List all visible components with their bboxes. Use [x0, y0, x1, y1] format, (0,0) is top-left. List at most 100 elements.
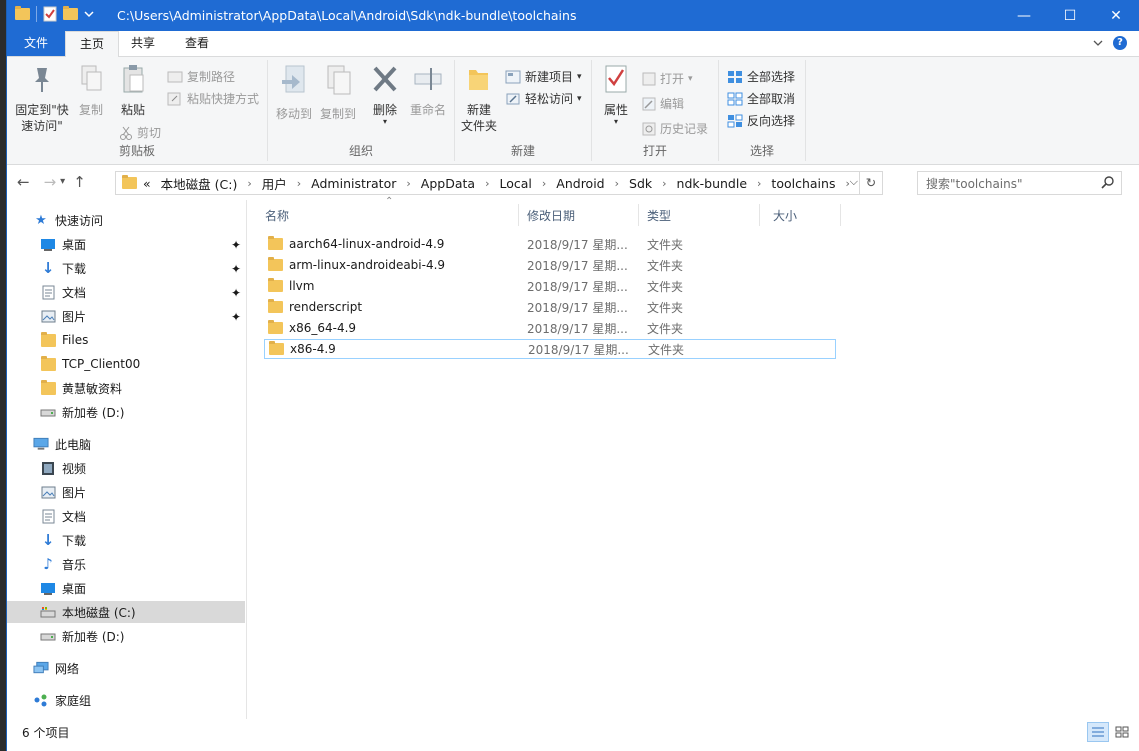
table-row[interactable]: llvm 2018/9/17 星期... 文件夹 [264, 276, 836, 296]
breadcrumb-chevron-icon[interactable]: › [615, 177, 619, 190]
nav-item-huang-files[interactable]: 黄慧敏资料 [7, 377, 245, 399]
new-folder-icon[interactable] [63, 6, 78, 20]
properties-button[interactable]: 属性 ▾ [598, 64, 634, 126]
breadcrumb-item[interactable]: Sdk [629, 176, 652, 191]
new-folder-button[interactable]: 新建 文件夹 [459, 64, 499, 134]
copy-button[interactable]: 复制 [73, 64, 109, 118]
nav-item-pictures-pc[interactable]: 图片 [7, 481, 245, 503]
open-button[interactable]: 打开 ▾ [642, 70, 693, 87]
table-row[interactable]: renderscript 2018/9/17 星期... 文件夹 [264, 297, 836, 317]
breadcrumb-item[interactable]: Android [556, 176, 604, 191]
breadcrumb-chevron-icon[interactable]: › [485, 177, 489, 190]
tab-home[interactable]: 主页 [65, 31, 119, 57]
pin-icon[interactable]: ✦ [231, 286, 241, 300]
help-icon[interactable]: ? [1113, 36, 1127, 50]
nav-item-drive-d-pc[interactable]: 新加卷 (D:) [7, 625, 245, 647]
refresh-icon[interactable]: ↻ [859, 172, 882, 194]
column-header-name[interactable]: 名称 ⌃ [247, 196, 519, 226]
nav-item-drive-c[interactable]: 本地磁盘 (C:) [7, 601, 245, 623]
column-label: 大小 [773, 208, 798, 223]
table-row[interactable]: arm-linux-androideabi-4.9 2018/9/17 星期..… [264, 255, 836, 275]
large-icons-view-button[interactable] [1111, 722, 1133, 742]
pin-icon[interactable]: ✦ [231, 310, 241, 324]
properties-dropdown-arrow[interactable]: ▾ [598, 118, 634, 126]
up-arrow-icon[interactable]: ↑ [73, 173, 86, 191]
paste-shortcut-button[interactable]: 粘贴快捷方式 [167, 90, 259, 107]
search-box[interactable]: 搜索"toolchains" [917, 171, 1122, 195]
details-view-button[interactable] [1087, 722, 1109, 742]
search-icon[interactable] [1101, 175, 1115, 189]
paste-button[interactable]: 粘贴 [113, 64, 153, 118]
breadcrumb-item[interactable]: Administrator [311, 176, 396, 191]
table-row-selected[interactable]: x86-4.9 2018/9/17 星期... 文件夹 [264, 339, 836, 359]
delete-dropdown-arrow[interactable]: ▾ [368, 118, 402, 126]
breadcrumb-chevron-icon[interactable]: › [542, 177, 546, 190]
breadcrumb-item[interactable]: Local [499, 176, 531, 191]
breadcrumb-chevron-icon[interactable]: › [757, 177, 761, 190]
select-all-button[interactable]: 全部选择 [727, 68, 795, 85]
breadcrumb-chevron-icon[interactable]: › [297, 177, 301, 190]
breadcrumb-item[interactable]: 本地磁盘 (C:) [161, 174, 238, 193]
desktop-icon [40, 580, 56, 596]
column-header-date[interactable]: 修改日期 [520, 204, 639, 226]
easy-access-button[interactable]: 轻松访问 ▾ [505, 90, 582, 107]
nav-item-downloads-pc[interactable]: ↓ 下载 [7, 529, 245, 551]
breadcrumb-overflow[interactable]: « [143, 176, 151, 191]
table-row[interactable]: x86_64-4.9 2018/9/17 星期... 文件夹 [264, 318, 836, 338]
breadcrumb-item[interactable]: toolchains [771, 176, 835, 191]
column-header-size[interactable]: 大小 [761, 204, 841, 226]
recent-locations-chevron-icon[interactable]: ▾ [60, 173, 65, 191]
chevron-down-icon[interactable] [1093, 38, 1103, 48]
nav-this-pc[interactable]: 此电脑 [7, 433, 245, 455]
nav-item-pictures[interactable]: 图片 ✦ [7, 305, 245, 327]
nav-quick-access[interactable]: ★ 快速访问 [7, 209, 245, 231]
breadcrumb-item[interactable]: 用户 [262, 174, 287, 193]
properties-check-icon[interactable] [43, 6, 57, 22]
breadcrumb-chevron-icon[interactable]: › [406, 177, 410, 190]
address-dropdown-chevron-icon[interactable]: ⌵ [850, 175, 858, 189]
nav-homegroup[interactable]: 家庭组 [7, 689, 245, 711]
tab-file[interactable]: 文件 [7, 31, 65, 56]
pin-icon[interactable]: ✦ [231, 238, 241, 252]
pin-quick-access-button[interactable]: 固定到"快 速访问" [13, 64, 71, 134]
back-arrow-icon[interactable]: ← [17, 173, 30, 191]
nav-item-desktop[interactable]: 桌面 ✦ [7, 233, 245, 255]
chevron-down-icon[interactable] [84, 9, 94, 19]
new-item-button[interactable]: 新建项目 ▾ [505, 68, 582, 85]
pin-icon[interactable]: ✦ [231, 262, 241, 276]
nav-item-files[interactable]: Files [7, 329, 245, 351]
copy-to-button[interactable]: 复制到 [318, 64, 358, 122]
breadcrumb-item[interactable]: AppData [421, 176, 475, 191]
invert-selection-button[interactable]: 反向选择 [727, 112, 795, 129]
nav-item-documents-pc[interactable]: 文档 [7, 505, 245, 527]
table-row[interactable]: aarch64-linux-android-4.9 2018/9/17 星期..… [264, 234, 836, 254]
select-none-button[interactable]: 全部取消 [727, 90, 795, 107]
rename-button[interactable]: 重命名 [408, 64, 448, 118]
minimize-button[interactable]: — [1001, 0, 1047, 31]
nav-item-desktop-pc[interactable]: 桌面 [7, 577, 245, 599]
history-button[interactable]: 历史记录 [642, 120, 708, 137]
breadcrumb-chevron-icon[interactable]: › [662, 177, 666, 190]
nav-item-downloads[interactable]: ↓ 下载 ✦ [7, 257, 245, 279]
forward-arrow-icon[interactable]: → [44, 173, 57, 191]
tab-view[interactable]: 查看 [175, 31, 219, 56]
maximize-button[interactable]: ☐ [1047, 0, 1093, 31]
close-button[interactable]: ✕ [1093, 0, 1139, 31]
copy-path-button[interactable]: 复制路径 [167, 68, 235, 85]
cut-button[interactable]: 剪切 [119, 124, 161, 141]
tab-share[interactable]: 共享 [121, 31, 165, 56]
address-bar[interactable]: « 本地磁盘 (C:) › 用户 › Administrator › AppData ›… [115, 171, 883, 195]
nav-item-videos[interactable]: 视频 [7, 457, 245, 479]
nav-item-music[interactable]: ♪ 音乐 [7, 553, 245, 575]
breadcrumb-item[interactable]: ndk-bundle [677, 176, 747, 191]
nav-network[interactable]: 网络 [7, 657, 245, 679]
breadcrumb-chevron-icon[interactable]: › [247, 177, 251, 190]
edit-button[interactable]: 编辑 [642, 95, 684, 112]
delete-button[interactable]: 删除 ▾ [368, 64, 402, 126]
nav-item-documents[interactable]: 文档 ✦ [7, 281, 245, 303]
rename-label: 重命名 [409, 103, 446, 117]
column-header-type[interactable]: 类型 [640, 204, 760, 226]
nav-item-tcp-client[interactable]: TCP_Client00 [7, 353, 245, 375]
move-to-button[interactable]: 移动到 [274, 64, 314, 122]
nav-item-drive-d[interactable]: 新加卷 (D:) [7, 401, 245, 423]
